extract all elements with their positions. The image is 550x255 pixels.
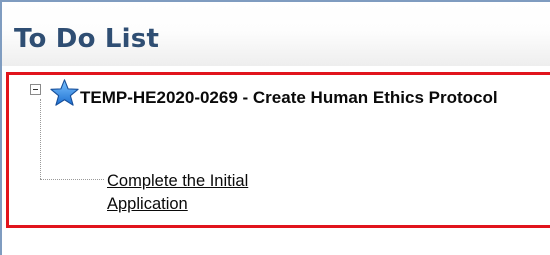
tree-connector-vertical	[40, 99, 41, 179]
collapse-toggle-icon[interactable]	[30, 84, 41, 95]
tree-node-title[interactable]: TEMP-HE2020-0269 - Create Human Ethics P…	[80, 86, 550, 110]
panel-header: To Do List	[2, 2, 550, 66]
star-icon	[50, 79, 79, 106]
panel-title: To Do List	[14, 24, 160, 54]
task-link-complete-initial-application[interactable]: Complete the Initial Application	[107, 170, 307, 216]
tree-connector-horizontal	[40, 179, 104, 180]
